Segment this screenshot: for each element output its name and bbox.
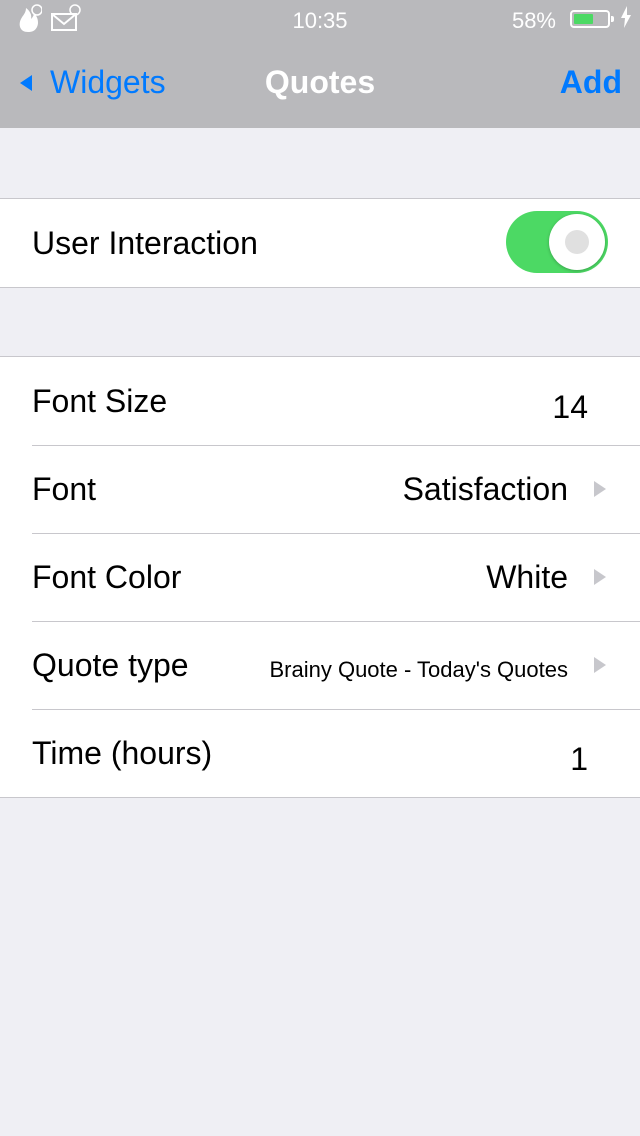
disclosure-arrow-icon xyxy=(594,657,606,673)
charging-bolt-icon xyxy=(620,6,632,34)
font-label: Font xyxy=(32,471,97,507)
toggle-knob xyxy=(549,214,605,270)
battery-icon xyxy=(570,10,614,28)
time-hours-label: Time (hours) xyxy=(32,735,213,771)
status-bar: 10:35 58% xyxy=(0,0,640,40)
page-title: Quotes xyxy=(264,64,376,100)
add-button[interactable]: Add xyxy=(560,64,622,101)
quote-type-label: Quote type xyxy=(32,647,189,683)
font-color-row[interactable]: Font Color White xyxy=(0,533,640,621)
font-size-label: Font Size xyxy=(32,383,168,419)
settings-section: Font Size 14 Font Satisfaction Font Colo… xyxy=(0,356,640,798)
disclosure-arrow-icon xyxy=(594,481,606,497)
navigation-bar: Widgets Quotes Add xyxy=(0,40,640,128)
font-size-value: 14 xyxy=(552,389,588,425)
user-interaction-label: User Interaction xyxy=(32,225,258,261)
quote-type-value: Brainy Quote - Today's Quotes xyxy=(269,657,568,682)
font-value: Satisfaction xyxy=(402,471,568,507)
quote-type-row[interactable]: Quote type Brainy Quote - Today's Quotes xyxy=(0,621,640,709)
time-hours-value: 1 xyxy=(570,741,588,777)
top-bar: 10:35 58% Widgets Quotes Add xyxy=(0,0,640,128)
font-color-value: White xyxy=(486,559,568,595)
user-interaction-row: User Interaction xyxy=(0,199,640,287)
font-row[interactable]: Font Satisfaction xyxy=(0,445,640,533)
user-interaction-toggle[interactable] xyxy=(506,211,608,273)
font-size-row[interactable]: Font Size 14 xyxy=(0,357,640,445)
battery-level xyxy=(574,14,593,24)
interaction-section: User Interaction xyxy=(0,198,640,288)
disclosure-arrow-icon xyxy=(594,569,606,585)
battery-percent: 58% xyxy=(511,8,556,33)
time-hours-row[interactable]: Time (hours) 1 xyxy=(0,709,640,797)
font-color-label: Font Color xyxy=(32,559,182,595)
